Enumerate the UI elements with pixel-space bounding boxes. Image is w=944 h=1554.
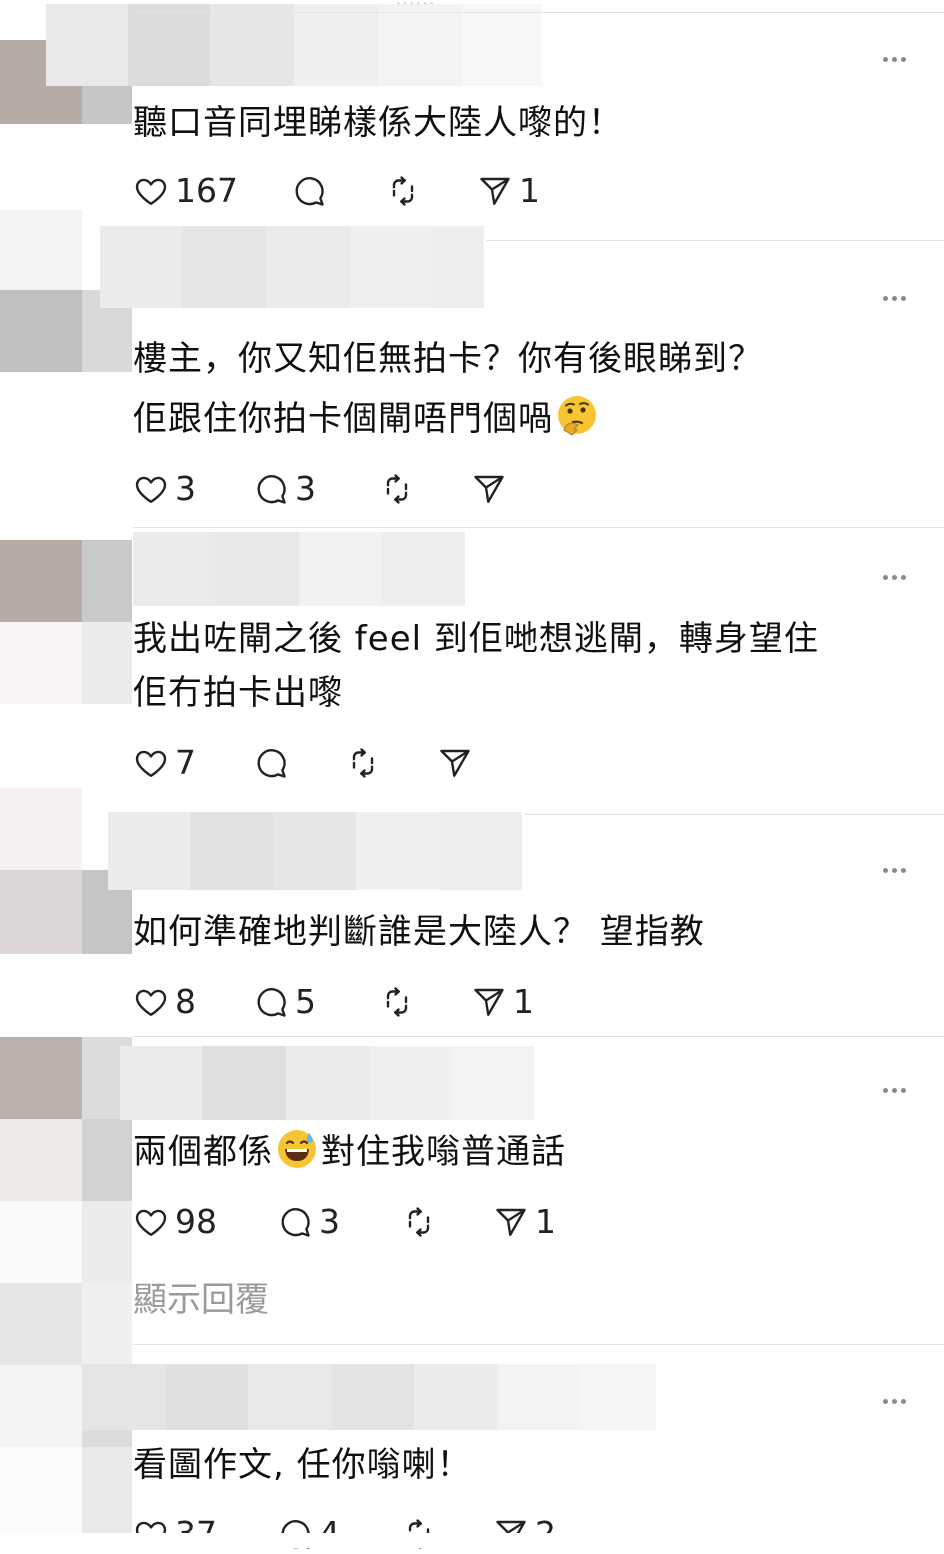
comment-text-line: 佢跟住你拍卡個閘唔門個喎 — [133, 399, 553, 439]
separator — [133, 527, 944, 528]
comment-text: 聽口音同埋睇樣係大陸人嚟的！ — [133, 103, 623, 143]
paper-plane-icon — [474, 988, 504, 1016]
separator — [133, 12, 944, 13]
heart-icon — [135, 178, 167, 205]
repost-arrows-icon — [352, 748, 374, 778]
reply-button[interactable]: 5 — [253, 982, 316, 1022]
bottom-cutoff — [0, 1533, 944, 1548]
comment-text: 看圖作文, 任你嗡喇！ — [133, 1445, 472, 1485]
speech-bubble-icon — [257, 475, 286, 504]
like-button[interactable]: 7 — [133, 743, 196, 783]
more-dots-icon[interactable] — [876, 291, 912, 305]
like-count: 167 — [175, 171, 238, 210]
share-count: 1 — [535, 1202, 556, 1241]
show-replies-link[interactable]: 顯示回覆 — [133, 1278, 269, 1322]
reply-button[interactable]: 3 — [253, 469, 316, 509]
repost-button[interactable] — [385, 171, 427, 211]
reply-count: 3 — [295, 469, 316, 508]
thinking-face-icon — [558, 396, 596, 436]
paper-plane-icon — [440, 749, 470, 777]
reply-button[interactable] — [253, 743, 295, 783]
comment-text: 佢跟住你拍卡個閘唔門個喎 — [133, 388, 601, 450]
like-button[interactable]: 98 — [133, 1202, 217, 1242]
repost-button[interactable] — [379, 982, 421, 1022]
speech-bubble-icon — [281, 1208, 310, 1237]
heart-icon — [135, 1209, 167, 1236]
speech-bubble-icon — [257, 749, 286, 778]
like-count: 7 — [175, 743, 196, 782]
comment-text: 樓主，你又知佢無拍卡？你有後眼睇到？ — [133, 339, 763, 379]
share-button[interactable]: 1 — [493, 1202, 556, 1242]
comment-text: 兩個都係 對住我嗡普通話 — [133, 1121, 566, 1183]
like-button[interactable]: 3 — [133, 469, 196, 509]
repost-arrows-icon — [408, 1207, 430, 1237]
repost-arrows-icon — [392, 176, 414, 206]
reply-button[interactable]: 3 — [277, 1202, 340, 1242]
speech-bubble-icon — [257, 988, 286, 1017]
repost-button[interactable] — [345, 743, 387, 783]
repost-arrows-icon — [386, 474, 408, 504]
paper-plane-icon — [496, 1208, 526, 1236]
repost-button[interactable] — [401, 1202, 443, 1242]
more-dots-icon[interactable] — [876, 570, 912, 584]
share-count: 1 — [519, 171, 540, 210]
paper-plane-icon — [474, 475, 504, 503]
comment-text-part: 兩個都係 — [133, 1132, 273, 1172]
heart-icon — [135, 750, 167, 777]
like-count: 8 — [175, 982, 196, 1021]
separator — [486, 240, 944, 241]
share-button[interactable] — [471, 469, 513, 509]
repost-arrows-icon — [386, 987, 408, 1017]
reply-count: 5 — [295, 982, 316, 1021]
paper-plane-icon — [480, 177, 510, 205]
comment-text: 我出咗閘之後 feel 到佢哋想逃閘，轉身望住 — [133, 619, 819, 659]
share-button[interactable]: 1 — [471, 982, 534, 1022]
comment-text: 佢冇拍卡出嚟 — [133, 673, 343, 713]
separator — [524, 814, 944, 815]
more-dots-icon[interactable] — [876, 863, 912, 877]
like-count: 3 — [175, 469, 196, 508]
share-button[interactable]: 1 — [477, 171, 540, 211]
more-dots-icon[interactable] — [876, 52, 912, 66]
speech-bubble-icon — [295, 177, 324, 206]
heart-icon — [135, 989, 167, 1016]
reply-count: 3 — [319, 1202, 340, 1241]
grinning-sweat-face-icon — [278, 1130, 316, 1168]
like-button[interactable]: 8 — [133, 982, 196, 1022]
comment-text: 如何準確地判斷誰是大陸人？ 望指教 — [133, 912, 705, 952]
share-count: 1 — [513, 982, 534, 1021]
separator — [133, 1344, 944, 1345]
share-button[interactable] — [437, 743, 479, 783]
separator — [133, 1036, 944, 1037]
heart-icon — [135, 476, 167, 503]
like-button[interactable]: 167 — [133, 171, 238, 211]
reply-button[interactable] — [291, 171, 333, 211]
comment-text-part: 對住我嗡普通話 — [321, 1132, 566, 1172]
more-dots-icon[interactable] — [876, 1394, 912, 1408]
like-count: 98 — [175, 1202, 217, 1241]
repost-button[interactable] — [379, 469, 421, 509]
more-dots-icon[interactable] — [876, 1083, 912, 1097]
